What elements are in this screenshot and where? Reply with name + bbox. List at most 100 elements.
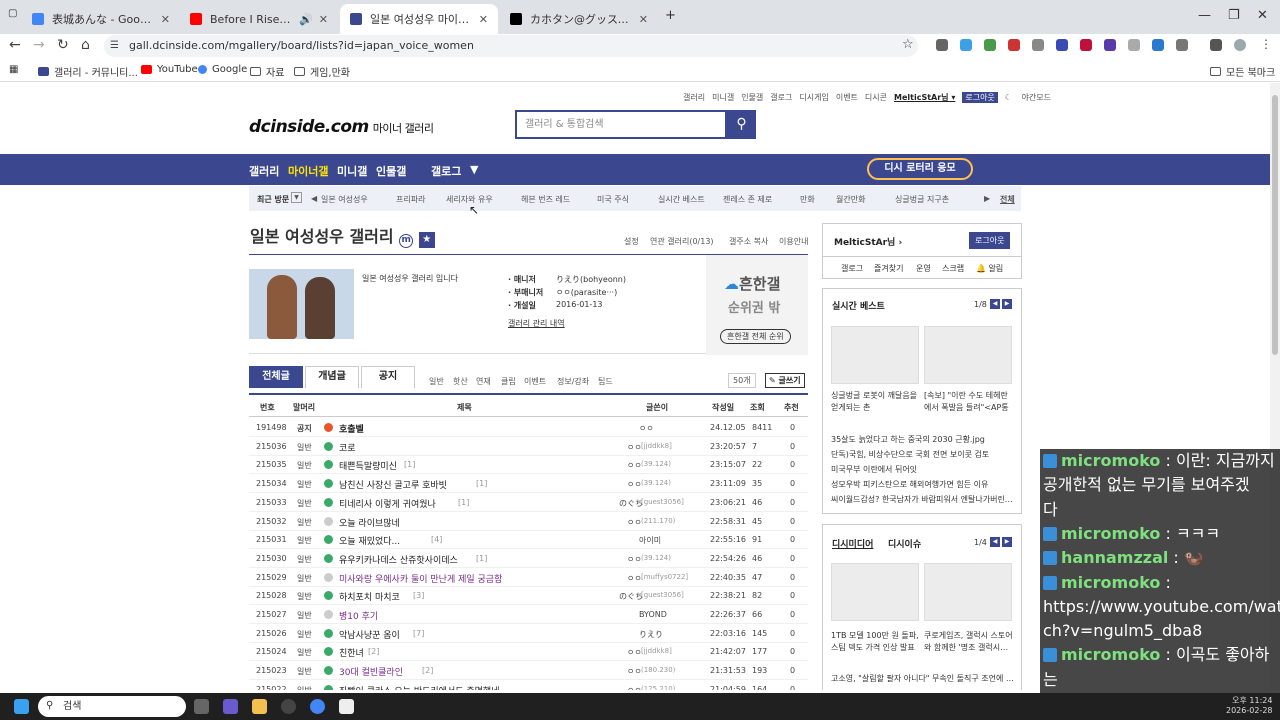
admin-history-link[interactable]: 갤러리 관리 내역	[508, 318, 565, 329]
next-icon[interactable]: ▶	[1002, 299, 1012, 309]
top-link[interactable]: 갤로그	[770, 93, 792, 102]
subtab[interactable]: 팁드	[598, 376, 613, 387]
task-view-icon[interactable]	[194, 699, 209, 714]
subtab[interactable]: 클립	[501, 376, 516, 387]
post-author[interactable]: ㅇㅇ	[627, 554, 642, 565]
windows-start-icon[interactable]	[14, 699, 29, 714]
table-row[interactable]: 215029 일반 미사와랑 우에사카 둘이 만난게 제일 궁금함 ㅇㅇ [muffys…	[249, 568, 808, 587]
back-icon[interactable]: ←	[9, 37, 21, 53]
comment-count[interactable]: [7]	[413, 629, 424, 638]
post-author[interactable]: ㅇㅇ	[627, 685, 642, 690]
per-page-select[interactable]: 50개	[728, 373, 756, 388]
best-thumb[interactable]	[831, 326, 919, 384]
comment-count[interactable]: [2]	[422, 666, 433, 675]
new-tab-button[interactable]: +	[665, 8, 676, 23]
tab-google[interactable]: 表城あんな - Google 検索 ✕	[22, 4, 180, 34]
manager-value[interactable]: りえり(bohyeonn)	[556, 274, 626, 285]
home-icon[interactable]: ⌂	[81, 37, 90, 53]
night-mode-toggle[interactable]: 야간모드	[1022, 93, 1051, 102]
tab-dcinside[interactable]: 일본 여성성우 마이너 갤러리 ✕	[340, 4, 498, 34]
issue-tab[interactable]: 디시이슈	[888, 537, 921, 550]
media-caption[interactable]: 쿠로게임즈, 갤럭시 스토어와 함께한 '명조 갤럭시…	[924, 630, 1014, 654]
table-row[interactable]: 215024 일반 친한녀 [2] ㅇㅇ [jjddkk8] 21:42:07 177 0	[249, 642, 808, 662]
app-icon[interactable]	[281, 699, 296, 714]
best-item[interactable]: 미국무부 이란에서 뒤어잇	[831, 464, 917, 475]
address-bar[interactable]: gall.dcinside.com/mgallery/board/lists?i…	[104, 35, 918, 57]
subtab[interactable]: 이벤트	[524, 376, 546, 387]
chevron-down-icon[interactable]: ▼	[291, 192, 302, 203]
tab-x[interactable]: カホタン@グッスマのすみっこ… ✕	[500, 4, 658, 34]
rank-all-button[interactable]: 흔한갤 전체 순위	[720, 329, 791, 344]
copy-address-link[interactable]: 갤주소 복사	[729, 236, 768, 247]
recent-item[interactable]: 미국 주식	[597, 194, 629, 205]
app-icon[interactable]	[339, 699, 354, 714]
window-close-icon[interactable]: ✕	[1257, 8, 1268, 23]
write-button[interactable]: ✎ 글쓰기	[765, 373, 805, 388]
bookmark-folder[interactable]: 자료	[250, 64, 284, 79]
minimize-icon[interactable]: —	[1198, 8, 1211, 23]
media-item[interactable]: 고소영, "살림할 팔자 아니다" 무속인 돌직구 조언에 …	[831, 673, 1013, 684]
taskbar-search[interactable]: 검색	[38, 696, 186, 717]
search-button[interactable]: ⚲	[727, 110, 756, 139]
extension-icon[interactable]	[1056, 39, 1068, 51]
search-input[interactable]: 갤러리 & 통합검색	[515, 110, 727, 139]
logout-button[interactable]: 로그아웃	[962, 92, 998, 103]
all-bookmarks[interactable]: 모든 북마크	[1210, 64, 1275, 79]
bookmark-folder[interactable]: 게임,만화	[294, 64, 350, 79]
close-icon[interactable]: ✕	[161, 13, 170, 26]
table-row[interactable]: 215035 일반 태쁜득말량미신 [1] ㅇㅇ (39.124) 23:15:07 22 0	[249, 455, 808, 475]
table-row[interactable]: 215032 일반 오늘 라이브많네 ㅇㅇ (211.170) 22:58:31 45 0	[249, 512, 808, 531]
tab-concept-posts[interactable]: 개념글	[305, 366, 359, 388]
download-icon[interactable]	[1152, 39, 1164, 51]
chrome-icon[interactable]	[310, 699, 325, 714]
subtab[interactable]: 일반	[429, 376, 444, 387]
post-author[interactable]: BYOND	[639, 610, 667, 619]
table-row[interactable]: 215023 일반 30대 컬빈클라인 [2] ㅇㅇ (180.230) 21:31:53 1…	[249, 661, 808, 681]
bookmark-star-icon[interactable]: ☆	[902, 37, 914, 52]
post-title[interactable]: 코로	[339, 441, 356, 454]
sidebar-link-scrap[interactable]: 스크랩	[942, 263, 964, 274]
tab-youtube[interactable]: Before I Rise - YouTube 🔊 ✕	[180, 4, 338, 34]
post-author[interactable]: のぐち	[619, 498, 643, 509]
post-author[interactable]: ㅇㅇ	[639, 423, 654, 434]
media-thumb[interactable]	[924, 563, 1012, 621]
post-title[interactable]: 하치포치 마치코	[339, 590, 400, 603]
table-row[interactable]: 215031 일반 오늘 재밌었다... [4] 아이미 22:55:16 91 0	[249, 530, 808, 550]
comment-count[interactable]: [2]	[368, 647, 379, 656]
recent-item[interactable]: 헤븐 번즈 레드	[521, 194, 570, 205]
nav-gallog[interactable]: 갤로그	[431, 163, 461, 179]
extension-icon[interactable]	[1080, 39, 1092, 51]
close-icon[interactable]: ✕	[479, 13, 488, 26]
extension-icon[interactable]	[960, 39, 972, 51]
table-row[interactable]: 215036 일반 코로 ㅇㅇ [jjddkk8] 23:20:57 7 0	[249, 437, 808, 456]
best-item[interactable]: 35살도 늙었다고 하는 중국의 2030 근황.jpg	[831, 434, 985, 445]
post-title[interactable]: 병10 후기	[339, 609, 378, 622]
related-gallery-link[interactable]: 연관 갤러리(0/13)	[650, 236, 714, 247]
restore-icon[interactable]: ❐	[1228, 8, 1240, 23]
post-author[interactable]: りえり	[639, 629, 663, 640]
subtab[interactable]: 정보/강좌	[557, 376, 589, 387]
best-item[interactable]: 단독)국힘, 비상수단으로 국회 전면 보이콧 검토	[831, 449, 989, 460]
tab-all-posts[interactable]: 전체글	[249, 366, 303, 388]
top-link[interactable]: 이벤트	[836, 93, 858, 102]
post-title[interactable]: 태쁜득말량미신	[339, 459, 397, 472]
recent-item[interactable]: 싱글벙글 지구촌	[895, 194, 949, 205]
bookmark-item[interactable]: 갤러리 - 커뮤니티...	[38, 64, 138, 79]
tab-notice[interactable]: 공지	[361, 366, 415, 388]
settings-link[interactable]: 설정	[624, 236, 639, 247]
bookmark-item[interactable]: YouTube	[141, 64, 198, 75]
user-menu[interactable]: MelticStAr님 ▾	[894, 93, 955, 102]
puzzle-icon[interactable]	[1176, 39, 1188, 51]
post-author[interactable]: 아이미	[639, 535, 661, 546]
sidebar-logout-button[interactable]: 로그아웃	[969, 232, 1011, 249]
subtab[interactable]: 연재	[476, 376, 491, 387]
recent-item[interactable]: 만화	[800, 194, 815, 205]
post-title[interactable]: 오늘 재밌었다...	[339, 534, 400, 547]
bookmark-item[interactable]: Google	[198, 64, 247, 75]
table-row[interactable]: 215030 일반 유우키카나데스 산쥬핫사이데스 [1] ㅇㅇ (39.124) 22:5…	[249, 549, 808, 568]
chevron-left-icon[interactable]: ◀	[311, 194, 317, 203]
site-info-icon[interactable]: ☰	[110, 40, 119, 51]
close-icon[interactable]: ✕	[319, 13, 328, 26]
tab-search-icon[interactable]: ▢	[8, 8, 17, 19]
chevron-down-icon[interactable]: ▼	[470, 163, 478, 176]
